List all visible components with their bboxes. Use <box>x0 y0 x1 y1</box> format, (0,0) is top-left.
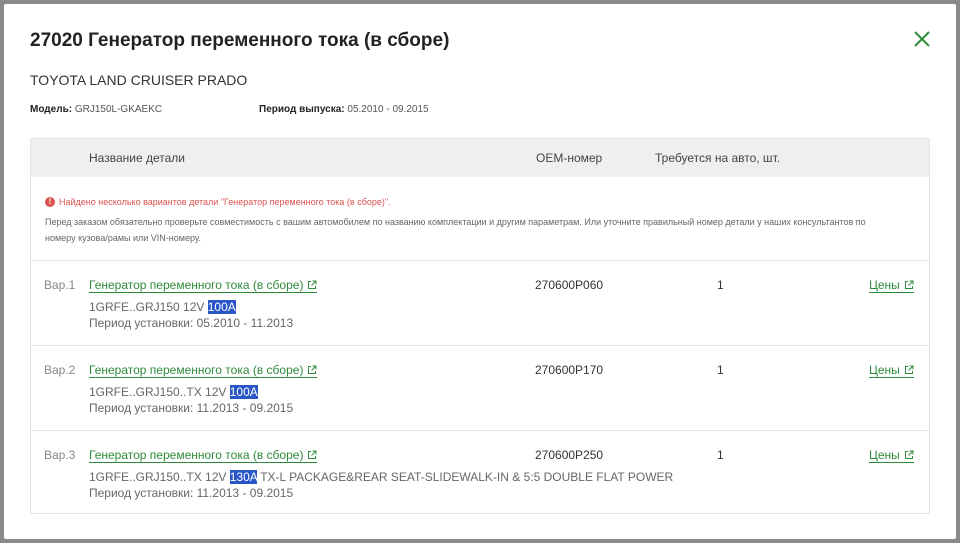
variant-label: Вар.1 <box>44 278 76 292</box>
spec-text: 1GRFE..GRJ150 12V <box>89 300 208 314</box>
prices-link[interactable]: Цены <box>869 448 914 463</box>
period-value: 05.2010 - 09.2015 <box>347 104 429 115</box>
exclamation-circle-icon: ! <box>45 197 55 207</box>
spec-highlight: 100A <box>229 385 258 399</box>
model-label: Модель <box>30 104 69 115</box>
prices-link[interactable]: Цены <box>869 363 914 378</box>
warning-message: ! Найдено несколько вариантов детали "Ге… <box>45 197 391 207</box>
spec-text-post: TX-L PACKAGE&REAR SEAT-SLIDEWALK-IN & 5:… <box>257 470 674 484</box>
modal-title: 27020 Генератор переменного тока (в сбор… <box>30 30 450 51</box>
table-row: Вар.1 Генератор переменного тока (в сбор… <box>31 261 929 346</box>
install-period: Период установки: 05.2010 - 11.2013 <box>89 316 294 330</box>
period-info: Период выпуска: 05.2010 - 09.2015 <box>259 104 429 115</box>
external-link-icon <box>308 450 317 459</box>
header-name: Название детали <box>89 151 185 165</box>
external-link-icon <box>904 450 914 459</box>
oem-number: 270600P060 <box>535 278 604 292</box>
part-modal: 27020 Генератор переменного тока (в сбор… <box>4 4 956 539</box>
quantity: 1 <box>717 448 724 462</box>
table-row: Вар.2 Генератор переменного тока (в сбор… <box>31 346 929 431</box>
variant-label: Вар.2 <box>44 363 76 377</box>
part-name-text: Генератор переменного тока (в сборе) <box>89 278 304 292</box>
spec-text: 1GRFE..GRJ150..TX 12V <box>89 385 230 399</box>
spec-highlight: 130A <box>229 470 258 484</box>
close-icon[interactable] <box>910 27 934 51</box>
part-name-text: Генератор переменного тока (в сборе) <box>89 363 304 377</box>
oem-number: 270600P170 <box>535 363 604 377</box>
install-period: Период установки: 11.2013 - 09.2015 <box>89 486 294 500</box>
prices-text: Цены <box>869 448 900 462</box>
part-name-text: Генератор переменного тока (в сборе) <box>89 448 304 462</box>
external-link-icon <box>308 280 317 289</box>
external-link-icon <box>904 365 914 374</box>
warning-description: Перед заказом обязательно проверьте совм… <box>45 217 866 243</box>
table-header: Название детали OEM-номер Требуется на а… <box>31 139 929 177</box>
header-oem: OEM-номер <box>536 151 603 165</box>
part-spec: 1GRFE..GRJ150..TX 12V 100A <box>89 385 258 399</box>
variant-label: Вар.3 <box>44 448 76 462</box>
prices-link[interactable]: Цены <box>869 278 914 293</box>
car-name: TOYOTA LAND CRUISER PRADO <box>30 72 248 88</box>
part-name-link[interactable]: Генератор переменного тока (в сборе) <box>89 448 318 463</box>
warning-block: ! Найдено несколько вариантов детали "Ге… <box>31 177 929 261</box>
external-link-icon <box>904 280 914 289</box>
spec-text: 1GRFE..GRJ150..TX 12V <box>89 470 230 484</box>
spec-highlight: 100A <box>207 300 236 314</box>
header-qty: Требуется на авто, шт. <box>655 151 781 165</box>
prices-text: Цены <box>869 363 900 377</box>
part-name-link[interactable]: Генератор переменного тока (в сборе) <box>89 278 318 293</box>
prices-text: Цены <box>869 278 900 292</box>
external-link-icon <box>308 365 317 374</box>
warning-text: Найдено несколько вариантов детали "Гене… <box>59 197 391 207</box>
quantity: 1 <box>717 363 724 377</box>
quantity: 1 <box>717 278 724 292</box>
part-name-link[interactable]: Генератор переменного тока (в сборе) <box>89 363 318 378</box>
part-spec: 1GRFE..GRJ150 12V 100A <box>89 300 236 314</box>
period-label: Период выпуска <box>259 104 342 115</box>
install-period: Период установки: 11.2013 - 09.2015 <box>89 401 294 415</box>
part-spec: 1GRFE..GRJ150..TX 12V 130A TX-L PACKAGE&… <box>89 470 673 484</box>
model-info: Модель: GRJ150L-GKAEKC <box>30 104 163 115</box>
oem-number: 270600P250 <box>535 448 604 462</box>
parts-table: Название детали OEM-номер Требуется на а… <box>30 138 930 514</box>
table-row: Вар.3 Генератор переменного тока (в сбор… <box>31 431 929 516</box>
model-value: GRJ150L-GKAEKC <box>74 104 163 115</box>
